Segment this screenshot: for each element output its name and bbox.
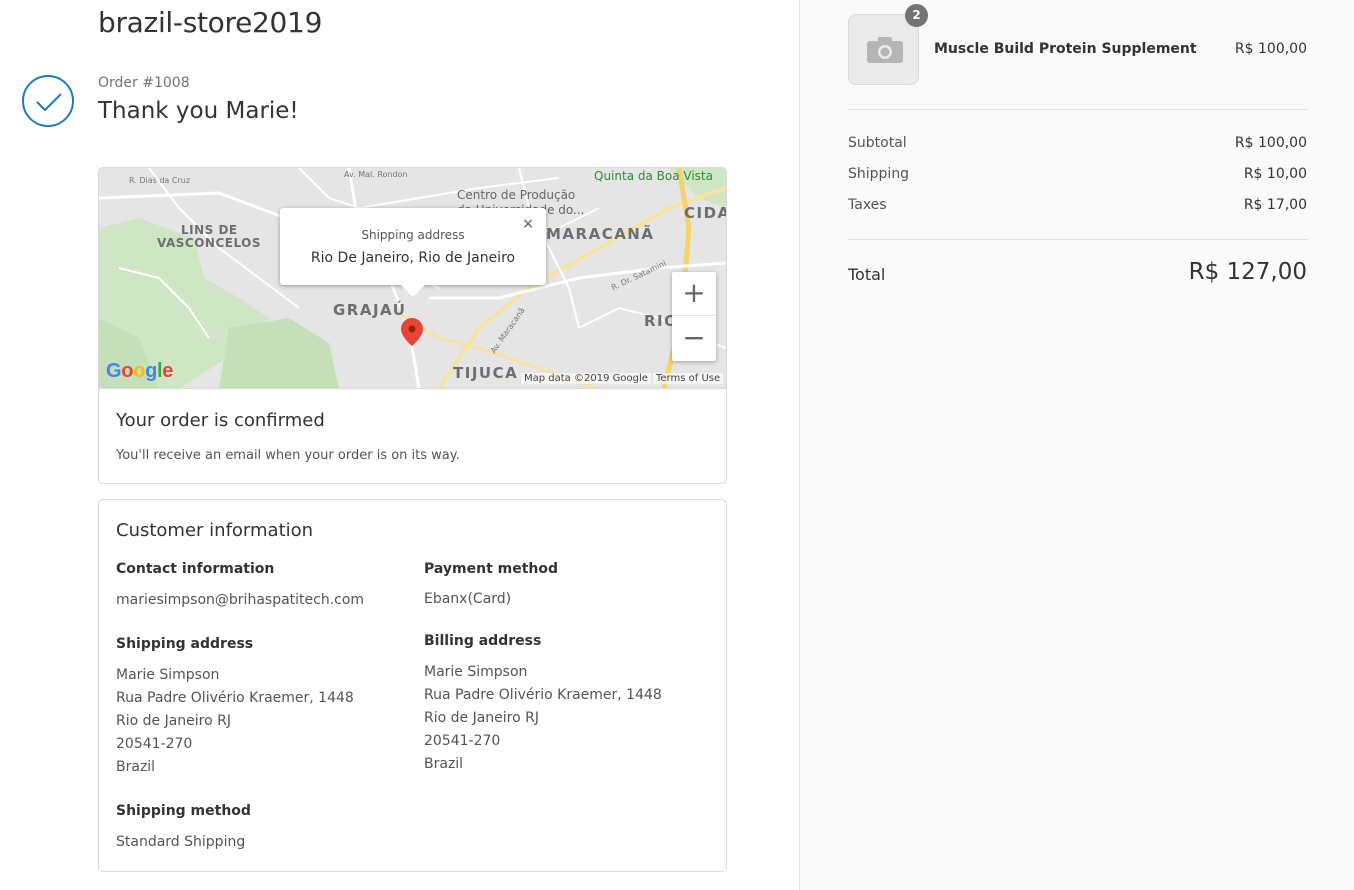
shipping-value: R$ 10,00: [1243, 166, 1307, 182]
taxes-value: R$ 17,00: [1243, 197, 1307, 213]
checkmark-icon: [22, 75, 74, 127]
close-icon[interactable]: ×: [522, 216, 534, 232]
map-label-tijuca: TIJUCA: [453, 364, 519, 382]
shipping-address-line: Rio de Janeiro RJ: [116, 713, 231, 729]
customer-information-card: Customer information Contact information…: [98, 499, 727, 872]
shipping-address-block: Marie Simpson Rua Padre Olivério Kraemer…: [116, 664, 354, 779]
map-marker-icon[interactable]: [401, 318, 423, 350]
zoom-out-button[interactable]: −: [672, 317, 716, 361]
billing-address-line: Rio de Janeiro RJ: [424, 710, 539, 726]
taxes-label: Taxes: [848, 197, 887, 213]
shipping-map[interactable]: R. Dias da Cruz Av. Mal. Rondon LINS DE …: [99, 168, 726, 389]
product-name: Muscle Build Protein Supplement: [934, 41, 1197, 57]
main-content: brazil-store2019 Order #1008 Thank you M…: [0, 0, 799, 890]
product-thumbnail: [848, 14, 919, 85]
map-label-lins: LINS DE: [181, 223, 238, 237]
shipping-method-heading: Shipping method: [116, 803, 251, 819]
shipping-address-line: Marie Simpson: [116, 667, 220, 683]
payment-method-heading: Payment method: [424, 561, 559, 577]
quantity-badge: 2: [905, 4, 928, 27]
map-data-credit: Map data ©2019 Google: [521, 373, 651, 384]
contact-info-heading: Contact information: [116, 561, 275, 577]
confirmation-text: You'll receive an email when your order …: [116, 448, 460, 463]
total-label: Total: [848, 265, 886, 284]
shipping-label: Shipping: [848, 166, 910, 182]
billing-address-line: Rua Padre Olivério Kraemer, 1448: [424, 687, 662, 703]
map-label-vasconcelos: VASCONCELOS: [157, 236, 262, 250]
shipping-method-value: Standard Shipping: [116, 834, 246, 850]
map-label-centro1: Centro de Produção: [457, 188, 576, 202]
popup-title: Shipping address: [361, 228, 465, 242]
shipping-address-line: Brazil: [116, 759, 156, 775]
billing-address-line: Marie Simpson: [424, 664, 528, 680]
store-name[interactable]: brazil-store2019: [98, 6, 322, 39]
map-info-popup: Shipping address Rio De Janeiro, Rio de …: [280, 208, 546, 297]
product-price: R$ 100,00: [1234, 41, 1307, 57]
billing-address-line: Brazil: [424, 756, 464, 772]
thank-you-heading: Thank you Marie!: [98, 98, 299, 124]
zoom-in-button[interactable]: +: [672, 272, 716, 316]
shipping-address-heading: Shipping address: [116, 636, 254, 652]
total-value: R$ 127,00: [1188, 259, 1307, 285]
order-summary-sidebar: 2 Muscle Build Protein Supplement R$ 100…: [799, 0, 1354, 890]
map-label-mal-rondon: Av. Mal. Rondon: [344, 170, 408, 179]
popup-address: Rio De Janeiro, Rio de Janeiro: [310, 250, 516, 266]
order-confirmation-card: R. Dias da Cruz Av. Mal. Rondon LINS DE …: [98, 167, 727, 484]
google-logo[interactable]: Google: [106, 360, 173, 383]
terms-of-use-link[interactable]: Terms of Use: [653, 373, 724, 384]
billing-address-line: 20541-270: [424, 733, 501, 749]
billing-address-heading: Billing address: [424, 633, 542, 649]
contact-email: mariesimpson@brihaspatitech.com: [116, 592, 365, 608]
map-label-maracana: MARACANÃ: [546, 225, 655, 243]
shipping-address-line: 20541-270: [116, 736, 193, 752]
map-zoom-controls: + −: [672, 272, 716, 361]
divider: [848, 239, 1308, 240]
map-label-grajau: GRAJAÚ: [333, 301, 407, 319]
order-number: Order #1008: [98, 75, 190, 91]
subtotal-value: R$ 100,00: [1234, 135, 1307, 151]
shipping-address-line: Rua Padre Olivério Kraemer, 1448: [116, 690, 354, 706]
customer-info-title: Customer information: [116, 520, 314, 541]
map-label-dias-da-cruz: R. Dias da Cruz: [129, 176, 191, 185]
map-label-cida: CIDA: [684, 204, 726, 222]
divider: [848, 109, 1308, 110]
billing-address-block: Marie Simpson Rua Padre Olivério Kraemer…: [424, 661, 662, 776]
subtotal-label: Subtotal: [848, 135, 907, 151]
camera-icon: [867, 37, 903, 63]
payment-method-value: Ebanx(Card): [424, 591, 512, 607]
map-label-quinta: Quinta da Boa Vista: [594, 169, 713, 183]
confirmation-title: Your order is confirmed: [116, 410, 325, 431]
